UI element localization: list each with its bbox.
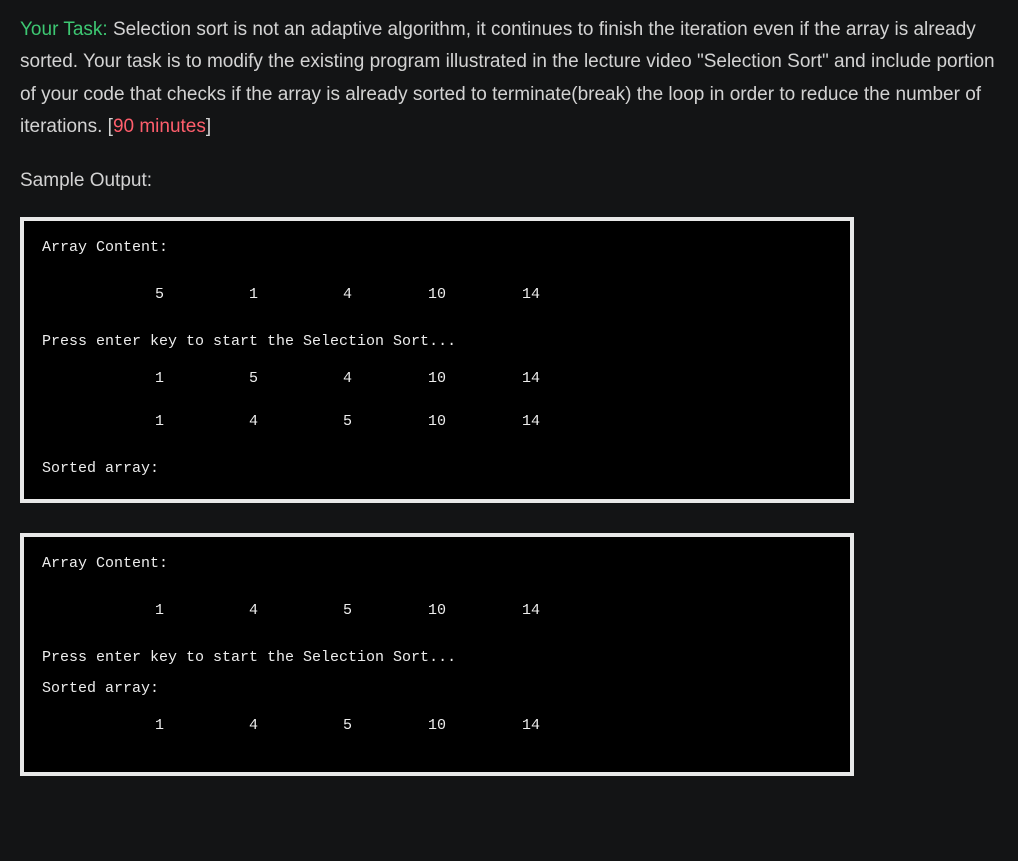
spacer xyxy=(42,699,832,709)
array-row: 1 5 4 10 14 xyxy=(42,368,832,389)
spacer xyxy=(42,438,832,458)
terminal-prompt: Press enter key to start the Selection S… xyxy=(42,647,832,668)
num-cell: 14 xyxy=(446,368,540,389)
time-limit: 90 minutes xyxy=(113,116,206,137)
num-cell: 5 xyxy=(258,411,352,432)
terminal-prompt: Press enter key to start the Selection S… xyxy=(42,331,832,352)
sample-output-heading: Sample Output: xyxy=(20,165,998,197)
num-cell: 4 xyxy=(258,368,352,389)
num-cell: 1 xyxy=(42,600,164,621)
num-cell: 1 xyxy=(164,284,258,305)
num-cell: 14 xyxy=(446,715,540,736)
num-cell: 10 xyxy=(352,411,446,432)
num-cell: 5 xyxy=(42,284,164,305)
num-cell: 5 xyxy=(258,600,352,621)
num-cell: 5 xyxy=(164,368,258,389)
spacer xyxy=(42,742,832,752)
task-label: Your Task: xyxy=(20,19,108,40)
num-cell: 10 xyxy=(352,715,446,736)
terminal-header: Array Content: xyxy=(42,553,832,574)
spacer xyxy=(42,258,832,278)
num-cell: 10 xyxy=(352,284,446,305)
spacer xyxy=(42,311,832,331)
array-row: 1 4 5 10 14 xyxy=(42,715,832,736)
terminal-output-2: Array Content: 1 4 5 10 14 Press enter k… xyxy=(20,533,854,776)
array-row: 5 1 4 10 14 xyxy=(42,284,832,305)
terminal-header: Array Content: xyxy=(42,237,832,258)
num-cell: 14 xyxy=(446,411,540,432)
num-cell: 4 xyxy=(164,411,258,432)
num-cell: 4 xyxy=(258,284,352,305)
sorted-label: Sorted array: xyxy=(42,678,832,699)
terminal-output-1: Array Content: 5 1 4 10 14 Press enter k… xyxy=(20,217,854,503)
num-cell: 14 xyxy=(446,284,540,305)
num-cell: 1 xyxy=(42,715,164,736)
num-cell: 10 xyxy=(352,368,446,389)
num-cell: 14 xyxy=(446,600,540,621)
sorted-label: Sorted array: xyxy=(42,458,832,479)
spacer xyxy=(42,352,832,362)
closing-bracket: ] xyxy=(206,116,211,137)
spacer xyxy=(42,627,832,647)
num-cell: 4 xyxy=(164,715,258,736)
num-cell: 5 xyxy=(258,715,352,736)
num-cell: 1 xyxy=(42,411,164,432)
spacer xyxy=(42,395,832,405)
spacer xyxy=(42,574,832,594)
task-description: Your Task: Selection sort is not an adap… xyxy=(20,14,998,143)
num-cell: 4 xyxy=(164,600,258,621)
num-cell: 1 xyxy=(42,368,164,389)
array-row: 1 4 5 10 14 xyxy=(42,600,832,621)
spacer xyxy=(42,668,832,678)
num-cell: 10 xyxy=(352,600,446,621)
array-row: 1 4 5 10 14 xyxy=(42,411,832,432)
